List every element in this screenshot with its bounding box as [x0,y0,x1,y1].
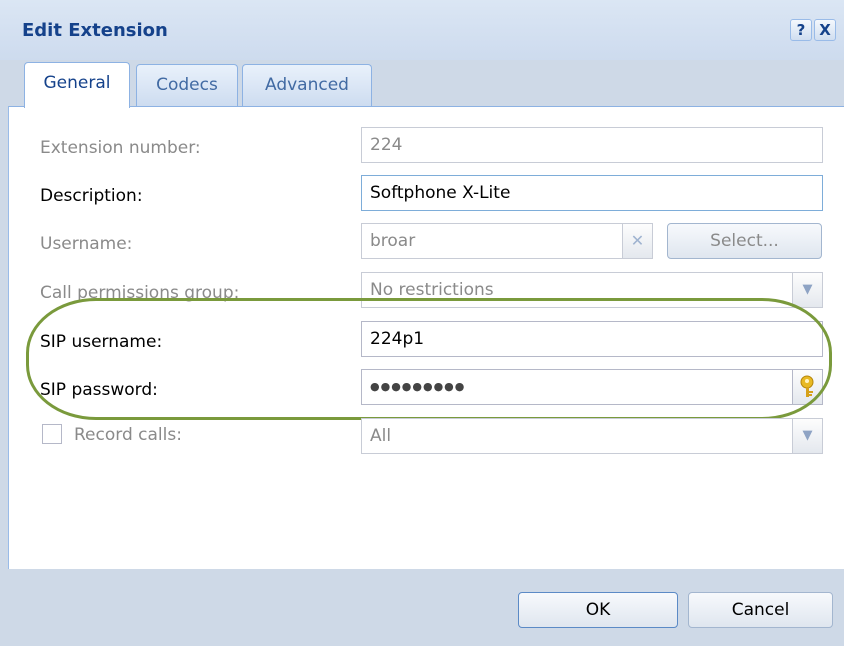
sip-password-field[interactable]: ●●●●●●●●● [361,369,793,405]
call-permissions-group-select[interactable]: No restrictions [361,272,793,308]
description-label: Description: [40,186,143,206]
tab-codecs[interactable]: Codecs [136,64,238,106]
sip-username-label: SIP username: [40,332,163,352]
edit-extension-dialog: Edit Extension ? X General Codecs Advanc… [0,0,844,646]
tab-general[interactable]: General [24,62,130,108]
sip-username-field[interactable]: 224p1 [361,321,823,357]
record-calls-label: Record calls: [74,425,182,445]
generate-password-button[interactable] [793,369,823,405]
sip-password-label: SIP password: [40,380,158,400]
clear-x-icon: ✕ [630,231,645,250]
extension-number-field: 224 [361,127,823,163]
call-permissions-dropdown-button[interactable]: ▼ [793,272,823,308]
record-calls-select[interactable]: All [361,418,793,454]
tab-general-label: General [43,73,111,93]
chevron-down-icon: ▼ [802,282,813,297]
username-label: Username: [40,234,133,254]
ok-button[interactable]: OK [518,592,678,628]
dialog-titlebar[interactable]: Edit Extension ? X [0,0,844,60]
description-field[interactable]: Softphone X-Lite [361,175,823,211]
extension-number-label: Extension number: [40,138,201,158]
key-icon [800,375,813,397]
clear-username-button[interactable]: ✕ [623,223,653,259]
select-user-button[interactable]: Select... [667,223,822,259]
question-mark-icon: ? [796,21,806,39]
tab-strip: General Codecs Advanced [16,60,844,108]
chevron-down-icon: ▼ [802,428,813,443]
tab-advanced[interactable]: Advanced [242,64,372,106]
dialog-title: Edit Extension [22,20,168,41]
cancel-button[interactable]: Cancel [688,592,833,628]
username-field: broar [361,223,623,259]
help-button[interactable]: ? [790,19,812,41]
tab-codecs-label: Codecs [156,75,218,95]
close-button[interactable]: X [814,19,836,41]
record-calls-checkbox[interactable] [42,424,62,444]
close-icon: X [819,21,831,39]
call-permissions-group-label: Call permissions group: [40,283,240,303]
tab-advanced-label: Advanced [265,75,349,95]
record-calls-dropdown-button[interactable]: ▼ [793,418,823,454]
